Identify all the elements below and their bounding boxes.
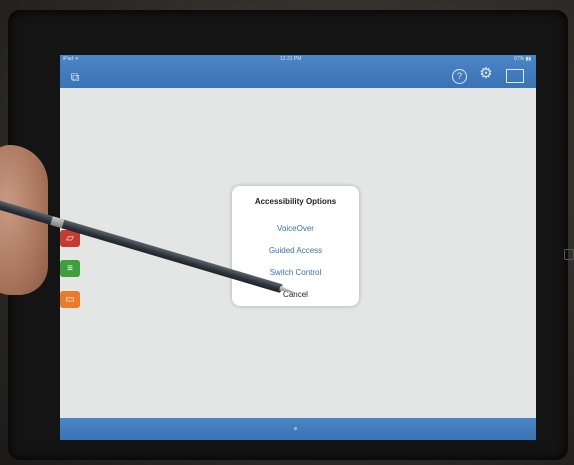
- notes-app-icon[interactable]: ≡: [60, 260, 80, 277]
- bottom-bar: [60, 418, 536, 440]
- gear-icon[interactable]: ⚙: [478, 66, 494, 83]
- status-battery: 67% ▮▮: [514, 56, 531, 62]
- voiceover-option[interactable]: VoiceOver: [232, 224, 359, 233]
- image-icon[interactable]: [506, 69, 524, 83]
- top-toolbar: iPad ᯤ 12:31 PM 67% ▮▮ ⧉ ? ⚙: [60, 55, 536, 88]
- screens-icon[interactable]: ⧉: [68, 70, 82, 84]
- status-time: 12:31 PM: [280, 56, 302, 62]
- page-indicator: [294, 427, 297, 430]
- status-carrier: iPad ᯤ: [63, 56, 79, 62]
- side-button: [564, 249, 574, 260]
- guided-access-option[interactable]: Guided Access: [232, 246, 359, 255]
- cancel-button[interactable]: Cancel: [232, 290, 359, 299]
- dialog-title: Accessibility Options: [254, 197, 337, 206]
- help-icon[interactable]: ?: [452, 69, 467, 84]
- accessibility-options-dialog: Accessibility Options VoiceOver Guided A…: [232, 186, 359, 306]
- chat-app-icon[interactable]: ▭: [60, 291, 80, 308]
